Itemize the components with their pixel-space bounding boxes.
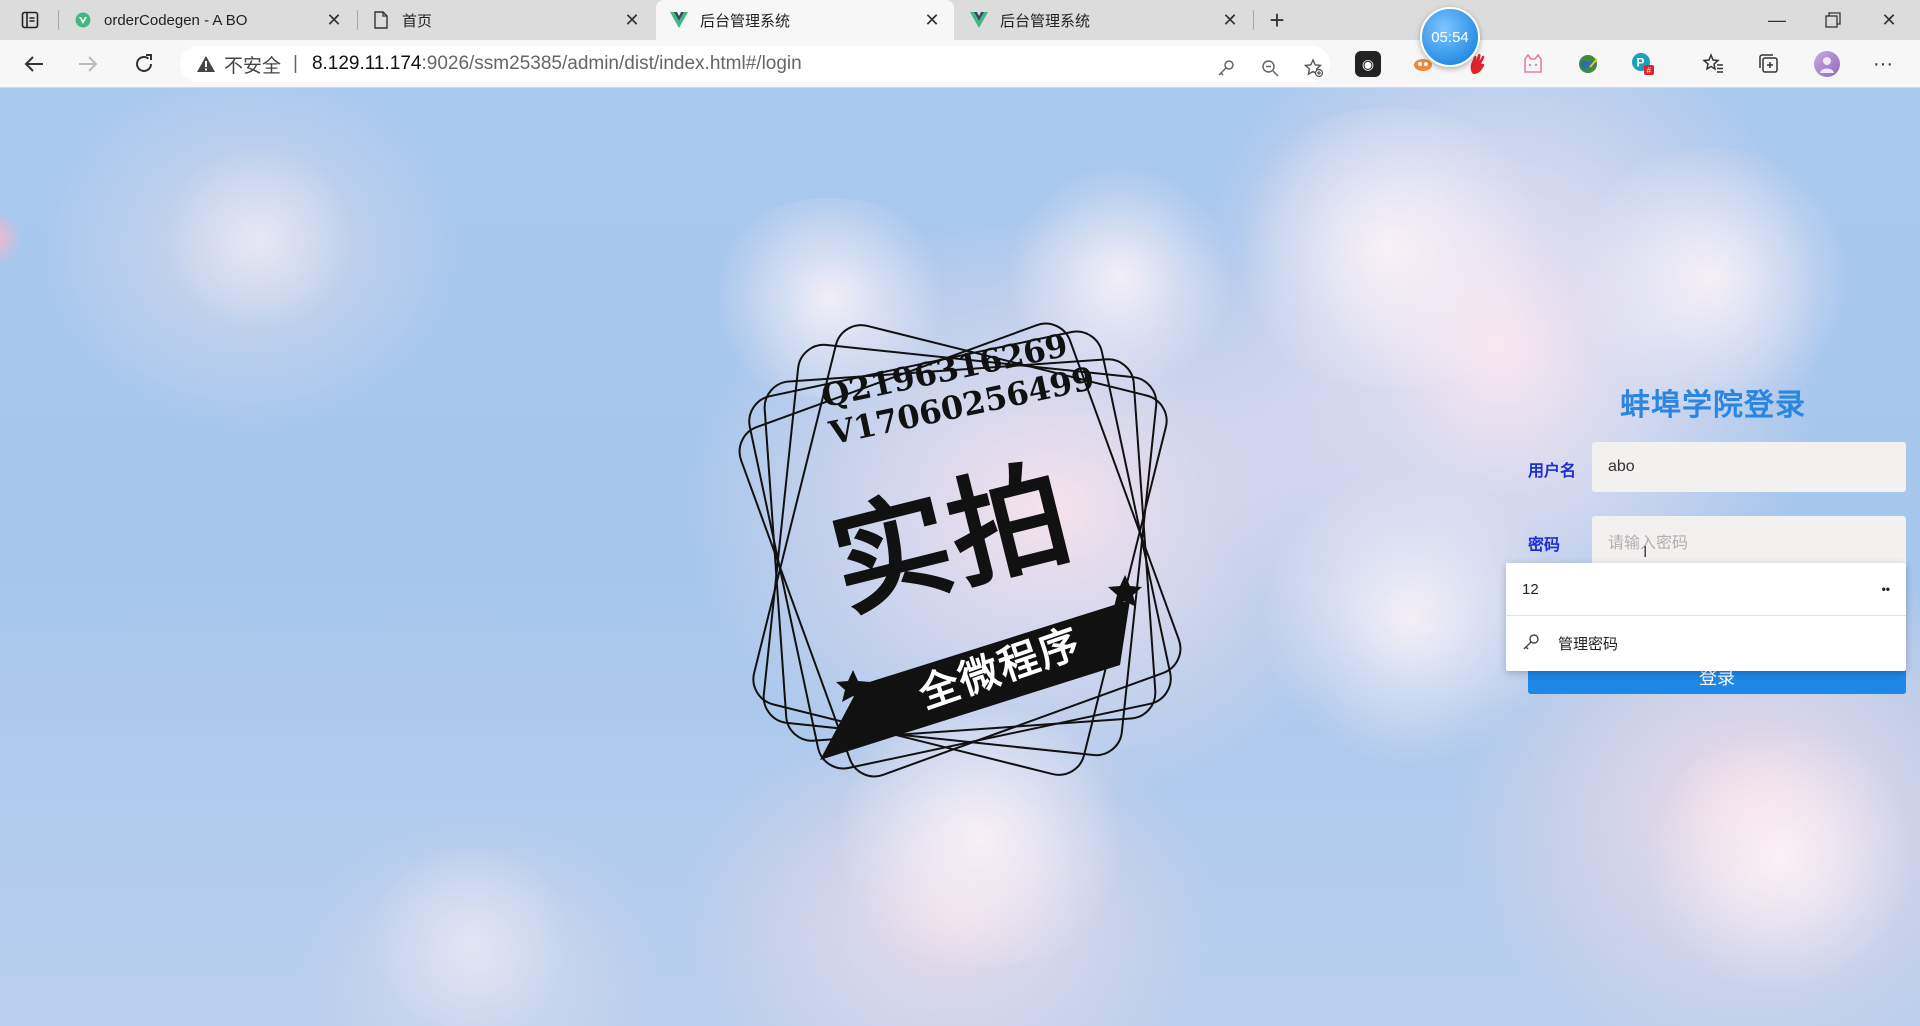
svg-text:P: P bbox=[1637, 56, 1645, 70]
refresh-button[interactable] bbox=[126, 48, 162, 80]
tab-title: 后台管理系统 bbox=[1000, 12, 1091, 30]
back-button[interactable] bbox=[16, 48, 52, 80]
login-title: 蚌埠学院登录 bbox=[1620, 389, 1806, 422]
manage-passwords-item[interactable]: 管理密码 bbox=[1506, 616, 1906, 671]
tab-homepage[interactable]: 首页 ✕ bbox=[358, 0, 654, 40]
autofill-dropdown: 12 •• 管理密码 bbox=[1506, 563, 1906, 671]
username-input[interactable]: abo bbox=[1592, 442, 1906, 492]
username-label: 用户名 bbox=[1528, 463, 1577, 480]
close-icon[interactable]: ✕ bbox=[324, 10, 344, 30]
tab-separator bbox=[1253, 10, 1254, 30]
restore-button[interactable] bbox=[1806, 0, 1860, 40]
tab-admin-active[interactable]: 后台管理系统 ✕ bbox=[656, 0, 954, 40]
url-path: :9026/ssm25385/admin/dist/index.html#/lo… bbox=[421, 53, 802, 74]
svg-text:#: # bbox=[1647, 66, 1652, 75]
autofill-suggestion-label: 12 bbox=[1522, 580, 1539, 598]
more-menu-icon[interactable]: ··· bbox=[1870, 51, 1896, 77]
extension-globe-icon[interactable] bbox=[1575, 51, 1601, 77]
close-icon[interactable]: ✕ bbox=[622, 10, 642, 30]
forward-button[interactable] bbox=[70, 48, 106, 80]
navigation-bar: 不安全 | 8.129.11.174:9026/ssm25385/admin/d… bbox=[0, 40, 1920, 114]
watermark-stamp: Q2196316269 V17060256499 实拍 全微程序 bbox=[720, 300, 1200, 800]
address-separator: | bbox=[293, 53, 298, 74]
autofill-suggestion[interactable]: 12 •• bbox=[1506, 563, 1906, 615]
clock-widget[interactable]: 05:54 bbox=[1420, 7, 1480, 67]
avatar[interactable] bbox=[1814, 51, 1840, 77]
background-blossom bbox=[360, 848, 580, 1026]
tab-title: orderCodegen - A BO bbox=[104, 11, 248, 29]
tab-separator bbox=[58, 10, 59, 30]
close-window-button[interactable]: ✕ bbox=[1862, 0, 1916, 40]
vue-icon bbox=[670, 11, 688, 29]
close-icon[interactable]: ✕ bbox=[1220, 10, 1240, 30]
key-icon bbox=[1522, 633, 1542, 655]
vue-icon bbox=[970, 11, 988, 29]
tab-admin[interactable]: 后台管理系统 ✕ bbox=[956, 0, 1252, 40]
background-blossom bbox=[1220, 108, 1560, 388]
address-bar[interactable]: 不安全 | 8.129.11.174:9026/ssm25385/admin/d… bbox=[180, 46, 1330, 82]
close-icon[interactable]: ✕ bbox=[922, 10, 942, 30]
new-tab-button[interactable]: + bbox=[1262, 5, 1292, 35]
tab-title: 首页 bbox=[402, 12, 433, 30]
favorites-icon[interactable] bbox=[1700, 51, 1726, 77]
extension-cat-icon[interactable] bbox=[1520, 51, 1546, 77]
tab-strip: orderCodegen - A BO ✕ 首页 ✕ 后台管理系统 ✕ 后台管理… bbox=[0, 0, 1920, 40]
more-options-icon[interactable]: •• bbox=[1882, 582, 1890, 596]
vue-icon bbox=[74, 11, 92, 29]
extension-p-icon[interactable]: P # bbox=[1630, 51, 1656, 77]
add-favorite-icon[interactable] bbox=[1300, 54, 1328, 82]
zoom-out-icon[interactable] bbox=[1256, 54, 1284, 82]
page-icon bbox=[372, 11, 390, 29]
minimize-button[interactable]: — bbox=[1750, 0, 1804, 40]
background-blossom bbox=[0, 208, 20, 268]
extension-tiktok-icon[interactable]: ◉ bbox=[1355, 51, 1381, 77]
password-input[interactable]: 请输入密码 bbox=[1592, 516, 1906, 566]
collections-icon[interactable] bbox=[1756, 51, 1782, 77]
security-label[interactable]: 不安全 bbox=[224, 51, 281, 78]
password-label: 密码 bbox=[1528, 537, 1561, 554]
workspaces-icon[interactable] bbox=[16, 8, 44, 32]
login-form: 蚌埠学院登录 用户名 abo 密码 请输入密码 I 登录 bbox=[1510, 88, 1920, 1026]
manage-passwords-label: 管理密码 bbox=[1558, 636, 1619, 653]
warning-icon[interactable] bbox=[196, 54, 216, 74]
tab-ordercodegen[interactable]: orderCodegen - A BO ✕ bbox=[60, 0, 356, 40]
key-icon[interactable] bbox=[1212, 54, 1240, 82]
url-host: 8.129.11.174 bbox=[311, 53, 422, 74]
tab-title: 后台管理系统 bbox=[700, 12, 791, 30]
login-page: Q2196316269 V17060256499 实拍 全微程序 蚌埠学院登录 … bbox=[0, 88, 1920, 1026]
background-blossom bbox=[160, 148, 360, 328]
text-cursor-icon: I bbox=[1643, 544, 1648, 561]
